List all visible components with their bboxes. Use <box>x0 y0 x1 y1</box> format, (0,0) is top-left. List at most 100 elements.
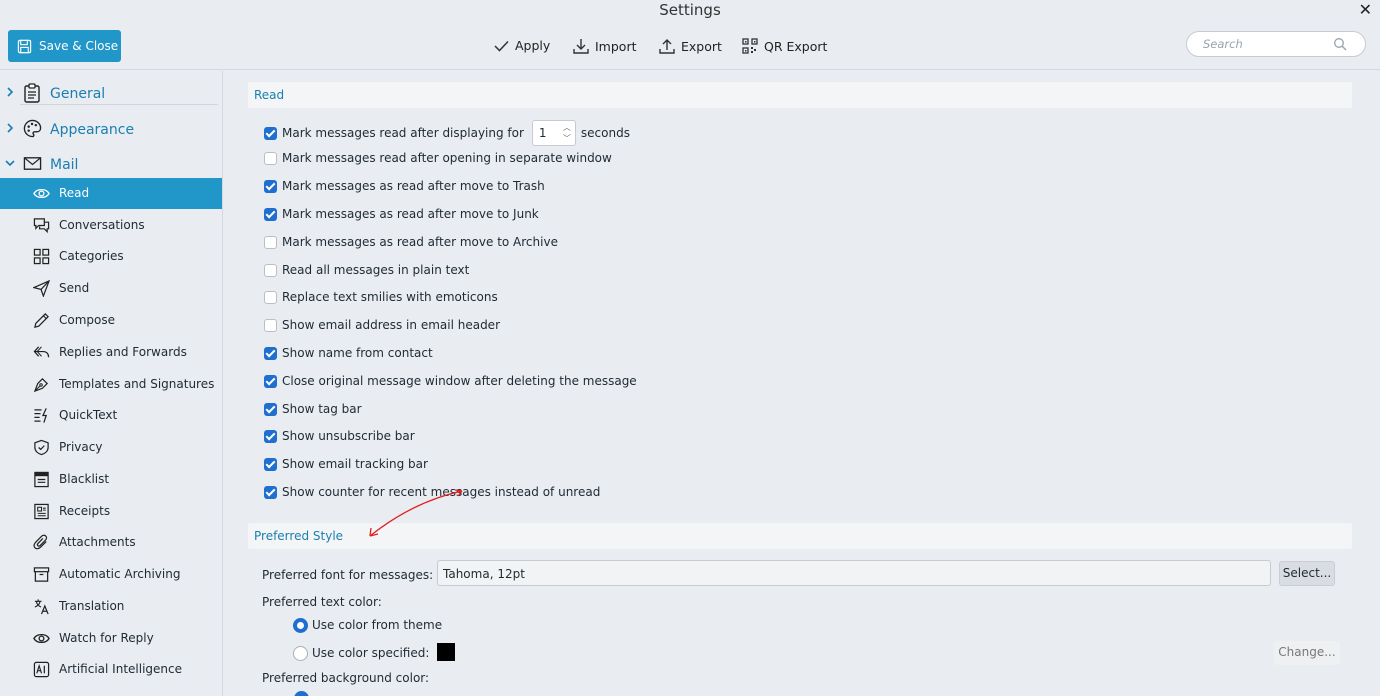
select-font-button[interactable]: Select... <box>1279 561 1335 586</box>
sidebar-item-privacy[interactable]: Privacy <box>0 432 222 463</box>
read-option[interactable]: Show unsubscribe bar <box>264 426 415 446</box>
checkbox[interactable] <box>264 374 277 388</box>
checkbox[interactable] <box>264 235 277 249</box>
read-option[interactable]: Replace text smilies with emoticons <box>264 287 498 307</box>
font-label: Preferred font for messages: <box>262 568 434 582</box>
checkbox[interactable] <box>264 457 277 471</box>
download-icon <box>573 39 589 54</box>
ai-icon <box>33 661 50 678</box>
close-icon[interactable]: ✕ <box>1359 0 1372 19</box>
import-label: Import <box>595 38 637 54</box>
qr-export-button[interactable]: QR Export <box>742 38 827 54</box>
sidebar-item-watch-for-reply[interactable]: Watch for Reply <box>0 623 222 654</box>
checkbox[interactable] <box>264 263 277 277</box>
checkbox[interactable] <box>264 207 277 221</box>
read-option[interactable]: Mark messages as read after move to Arch… <box>264 232 558 252</box>
sidebar-item-label: Watch for Reply <box>59 631 154 645</box>
read-option[interactable]: Show email address in email header <box>264 315 500 335</box>
sidebar-item-templates-and-signatures[interactable]: Templates and Signatures <box>0 369 222 400</box>
sidebar-section-mail[interactable]: Mail <box>0 150 223 178</box>
sidebar-item-translation[interactable]: Translation <box>0 591 222 622</box>
radio-button[interactable] <box>293 617 308 633</box>
checkbox[interactable] <box>264 429 277 443</box>
sidebar-section-general[interactable]: General <box>0 79 223 107</box>
sidebar-item-label: Replies and Forwards <box>59 345 187 359</box>
save-and-close-button[interactable]: Save & Close <box>8 30 121 62</box>
sidebar-item-receipts[interactable]: Receipts <box>0 496 222 527</box>
chevron-right-icon[interactable] <box>4 120 16 136</box>
sidebar-item-send[interactable]: Send <box>0 273 222 304</box>
background-color-label: Preferred background color: <box>262 671 430 685</box>
sidebar-item-quicktext[interactable]: QuickText <box>0 400 222 431</box>
search-input[interactable] <box>1203 36 1333 52</box>
sidebar-item-read[interactable]: Read <box>0 178 222 209</box>
checkbox[interactable] <box>264 126 277 140</box>
sidebar-item-conversations[interactable]: Conversations <box>0 210 222 241</box>
palette-icon <box>23 119 42 138</box>
receipt-icon <box>34 503 49 520</box>
radio-button[interactable] <box>294 691 309 696</box>
sidebar-item-compose[interactable]: Compose <box>0 305 222 336</box>
sidebar-item-categories[interactable]: Categories <box>0 241 222 272</box>
read-option[interactable]: Mark messages as read after move to Junk <box>264 204 539 224</box>
option-label: Use color specified: <box>312 646 430 660</box>
import-button[interactable]: Import <box>573 38 637 54</box>
sidebar-item-attachments[interactable]: Attachments <box>0 527 222 558</box>
title-bar: Settings ✕ <box>0 0 1380 22</box>
sidebar-item-blacklist[interactable]: Blacklist <box>0 464 222 495</box>
checkbox[interactable] <box>264 402 277 416</box>
paper-plane-icon <box>33 280 50 297</box>
envelope-icon <box>23 157 42 170</box>
save-and-close-label: Save & Close <box>39 39 119 53</box>
pen-nib-icon <box>33 377 49 393</box>
color-swatch[interactable] <box>437 643 455 661</box>
sidebar-item-artificial-intelligence[interactable]: Artificial Intelligence <box>0 654 222 685</box>
apply-label: Apply <box>515 38 551 53</box>
read-option[interactable]: Show tag bar <box>264 399 362 419</box>
read-option[interactable]: Mark messages as read after move to Tras… <box>264 176 545 196</box>
change-color-button[interactable]: Change... <box>1274 641 1340 665</box>
use-specified-color-option[interactable]: Use color specified: <box>293 644 429 662</box>
read-option[interactable]: Show email tracking bar <box>264 454 428 474</box>
use-theme-color-option[interactable]: Use color from theme <box>293 616 442 634</box>
export-button[interactable]: Export <box>659 38 722 54</box>
read-option[interactable]: Read all messages in plain text <box>264 260 469 280</box>
section-title: Preferred Style <box>254 529 344 543</box>
chevron-down-icon[interactable] <box>4 155 16 171</box>
read-option[interactable]: Show counter for recent messages instead… <box>264 482 600 502</box>
seconds-stepper[interactable]: 1 ︿ ﹀ <box>531 120 576 146</box>
font-value: Tahoma, 12pt <box>443 567 525 581</box>
read-option[interactable]: Mark messages read after opening in sepa… <box>264 148 612 168</box>
option-label: Show email address in email header <box>282 318 500 332</box>
checkbox[interactable] <box>264 346 277 360</box>
mark-read-after-displaying-option[interactable]: Mark messages read after displaying for … <box>264 120 630 146</box>
read-option[interactable]: Show name from contact <box>264 343 433 363</box>
option-label: Show name from contact <box>282 346 433 360</box>
apply-button[interactable]: Apply <box>494 38 550 53</box>
search-icon[interactable] <box>1333 37 1347 51</box>
translate-icon <box>34 599 49 615</box>
spin-up-icon[interactable]: ︿ <box>563 122 571 133</box>
eye-icon <box>33 633 50 644</box>
clipboard-icon <box>24 83 40 103</box>
checkbox[interactable] <box>264 485 277 499</box>
sidebar-section-appearance[interactable]: Appearance <box>0 115 223 143</box>
checkbox[interactable] <box>264 151 277 165</box>
sidebar-item-automatic-archiving[interactable]: Automatic Archiving <box>0 559 222 590</box>
spin-down-icon[interactable]: ﹀ <box>563 133 571 144</box>
checkbox[interactable] <box>264 290 277 304</box>
blacklist-icon <box>34 471 49 488</box>
archive-icon <box>33 567 50 582</box>
chevron-right-icon[interactable] <box>4 84 16 100</box>
export-label: Export <box>681 38 722 54</box>
checkmark-icon <box>494 40 509 52</box>
search-box[interactable] <box>1186 31 1366 57</box>
radio-button[interactable] <box>293 645 308 661</box>
sidebar-item-replies-and-forwards[interactable]: Replies and Forwards <box>0 337 222 368</box>
read-option[interactable]: Close original message window after dele… <box>264 371 637 391</box>
divider <box>20 104 218 105</box>
option-label: Mark messages read after displaying for <box>282 126 524 140</box>
checkbox[interactable] <box>264 318 277 332</box>
checkbox[interactable] <box>264 179 277 193</box>
font-field[interactable]: Tahoma, 12pt <box>437 560 1271 586</box>
